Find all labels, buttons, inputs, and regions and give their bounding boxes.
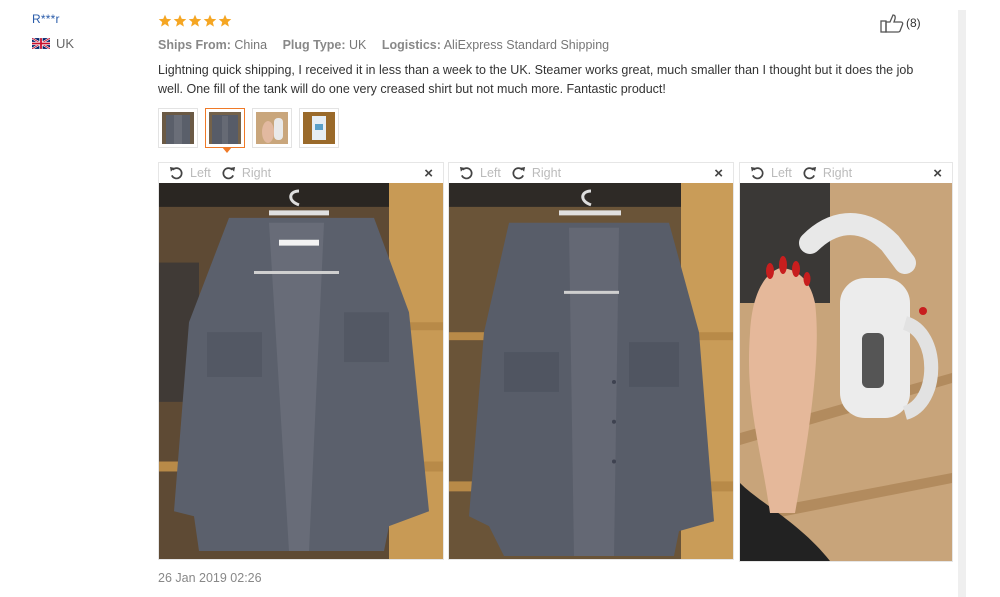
rotate-right-button[interactable]: Right [802,166,852,181]
shirt-photo-image [159,183,443,559]
rotate-left-icon [169,166,183,179]
steamer-photo-open [740,183,952,561]
photo-thumbnail-selected[interactable] [205,108,245,153]
steamer-photo-image [740,183,952,561]
reviewer-country: UK [32,36,142,51]
review-body: Ships From: China Plug Type: UK Logistic… [158,12,958,153]
shirt-photo-image [449,183,733,559]
viewer-toolbar: Left Right × [159,163,443,183]
shirt-photo-thumbnail-image [209,112,241,144]
review-text: Lightning quick shipping, I received it … [158,63,914,96]
star-rating [158,12,958,30]
rotate-left-button[interactable]: Left [459,166,501,181]
plug-type-value: UK [349,38,367,52]
rotate-right-icon [222,166,235,179]
scrollbar[interactable] [958,10,966,597]
viewer-toolbar: Left Right × [740,163,952,183]
rotate-right-label: Right [531,166,562,180]
photo-viewer: Left Right × [448,162,734,560]
rotate-right-label: Right [241,166,272,180]
shirt-photo-open [449,183,733,559]
rotate-left-icon [459,166,473,179]
close-viewer-button[interactable]: × [424,165,433,182]
rotate-right-button[interactable]: Right [221,166,271,181]
close-viewer-button[interactable]: × [714,165,723,182]
rotate-left-icon [750,166,764,179]
photo-thumbnails [158,108,958,153]
logistics-value: AliExpress Standard Shipping [443,38,610,52]
photo-viewer: Left Right × [739,162,953,562]
shirt-photo-open [159,183,443,559]
uk-flag-icon [32,38,50,49]
plug-type-label: Plug Type: [282,38,346,52]
reviewer-info: R***r UK [32,12,142,51]
ships-from-label: Ships From: [158,38,231,52]
rotate-left-button[interactable]: Left [169,166,211,181]
review-date: 26 Jan 2019 02:26 [158,571,262,585]
rotate-right-button[interactable]: Right [511,166,561,181]
rotate-left-label: Left [771,166,792,180]
photo-viewers: Left Right × Left Right × Left Right × [158,162,954,562]
rotate-right-icon [803,166,816,179]
shirt-photo-thumbnail-image [162,112,194,144]
reviewer-name[interactable]: R***r [32,12,142,26]
rotate-left-button[interactable]: Left [750,166,792,181]
photo-viewer: Left Right × [158,162,444,560]
star-icon [218,14,232,27]
rotate-left-label: Left [480,166,501,180]
rotate-left-label: Left [190,166,211,180]
viewer-toolbar: Left Right × [449,163,733,183]
photo-thumbnail[interactable] [158,108,198,148]
rotate-right-icon [512,166,525,179]
steamer-photo-thumbnail-image [256,112,288,144]
logistics-label: Logistics: [381,38,441,52]
star-icon [188,14,202,27]
country-label: UK [56,36,75,51]
ships-from-value: China [234,38,268,52]
star-icon [203,14,217,27]
photo-thumbnail[interactable] [299,108,339,148]
close-viewer-button[interactable]: × [933,165,942,182]
package-photo-thumbnail-image [303,112,335,144]
star-icon [158,14,172,27]
review-meta: Ships From: China Plug Type: UK Logistic… [158,38,958,52]
photo-thumbnail[interactable] [252,108,292,148]
star-icon [173,14,187,27]
rotate-right-label: Right [822,166,853,180]
